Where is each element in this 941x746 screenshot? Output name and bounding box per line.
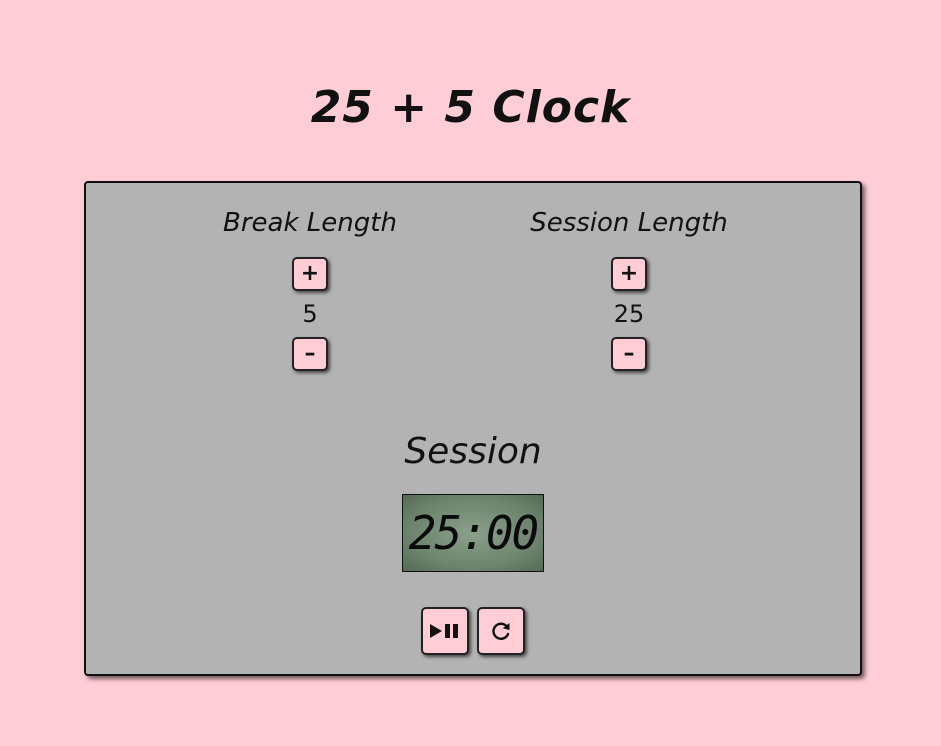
page-title: 25 + 5 Clock [310, 82, 631, 133]
start-stop-button[interactable] [421, 607, 469, 655]
refresh-icon [492, 622, 510, 640]
time-left-display: 25:00 [402, 494, 544, 572]
break-label: Break Length [223, 208, 397, 238]
play-pause-icon [430, 624, 458, 638]
session-length-value: 25 [613, 300, 645, 328]
timer-controls [86, 607, 860, 655]
timer-label: Session [404, 431, 542, 472]
break-control: Break Length + 5 – [190, 205, 430, 371]
session-decrement-button[interactable]: – [611, 337, 647, 371]
break-increment-button[interactable]: + [292, 257, 328, 291]
session-label: Session Length [530, 208, 728, 238]
reset-button[interactable] [477, 607, 525, 655]
clock-panel: Break Length + 5 – Session Length + 25 –… [84, 181, 862, 676]
session-control: Session Length + 25 – [509, 205, 749, 371]
break-length-value: 5 [302, 300, 318, 328]
session-increment-button[interactable]: + [611, 257, 647, 291]
break-decrement-button[interactable]: – [292, 337, 328, 371]
